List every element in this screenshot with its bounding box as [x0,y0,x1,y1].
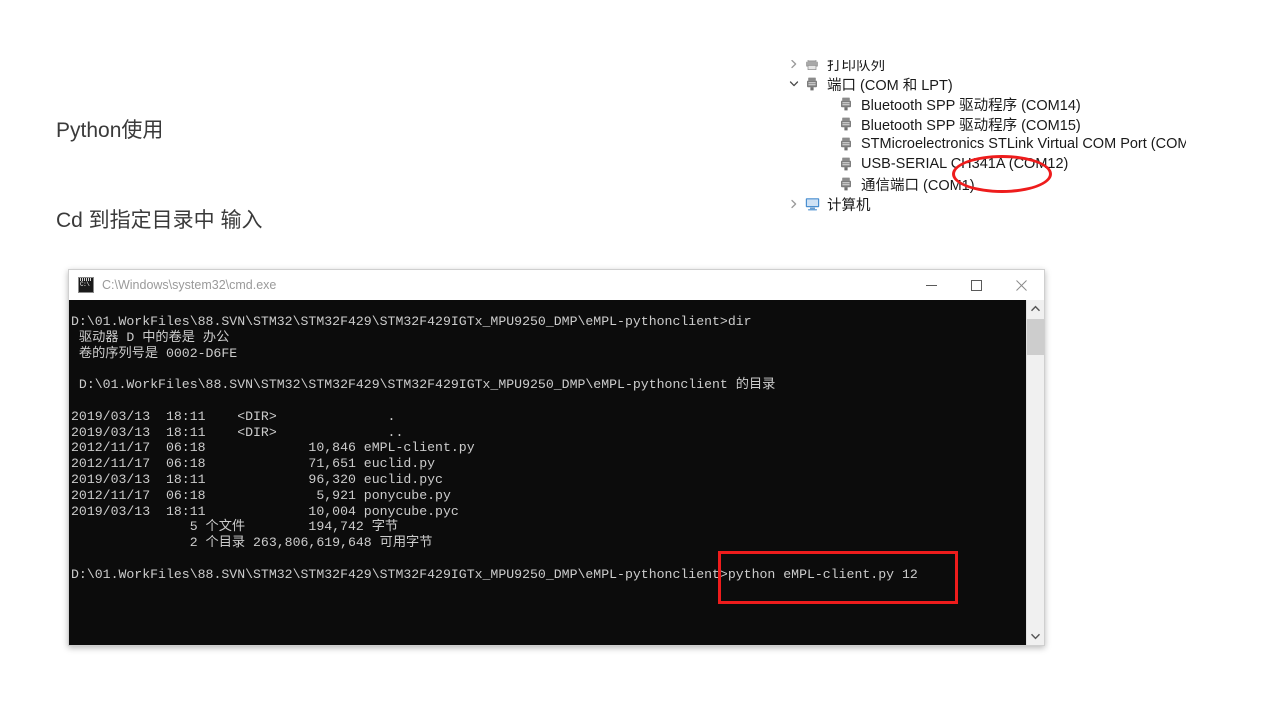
console-line: D:\01.WorkFiles\88.SVN\STM32\STM32F429\S… [71,566,918,582]
device-tree-node[interactable]: USB-SERIAL CH341A (COM12) [786,154,1186,174]
console-line: D:\01.WorkFiles\88.SVN\STM32\STM32F429\S… [71,377,776,393]
printer-icon [802,60,822,71]
port-icon [836,177,856,191]
window-controls[interactable] [909,270,1044,300]
device-tree-label: USB-SERIAL CH341A (COM12) [861,156,1069,172]
close-button[interactable] [999,270,1044,300]
console-line: 2019/03/13 18:11 <DIR> .. [71,424,404,440]
device-tree-node[interactable]: Bluetooth SPP 驱动程序 (COM15) [786,114,1186,134]
port-icon [836,157,856,171]
scroll-up-arrow[interactable] [1027,300,1044,317]
chevron-right-icon[interactable] [786,60,802,69]
device-tree-node[interactable]: 计算机 [786,194,1186,214]
device-tree-label: Bluetooth SPP 驱动程序 (COM15) [861,117,1081,134]
device-tree-node[interactable]: 打印队列 [786,60,1186,74]
computer-icon [802,197,822,211]
device-tree-node[interactable]: 端口 (COM 和 LPT) [786,74,1186,94]
console-line: 2012/11/17 06:18 5,921 ponycube.py [71,487,451,503]
cmd-title-text: C:\Windows\system32\cmd.exe [102,278,277,292]
device-tree-label: STMicroelectronics STLink Virtual COM Po… [861,136,1186,152]
port-icon [836,117,856,131]
chevron-down-icon[interactable] [786,79,802,89]
console-line: 2019/03/13 18:11 <DIR> . [71,408,396,424]
device-tree-node[interactable]: 通信端口 (COM1) [786,174,1186,194]
console-line: 2 个目录 263,806,619,648 可用字节 [71,535,433,551]
cmd-window[interactable]: C:\Windows\system32\cmd.exe D:\01.WorkFi… [68,269,1045,646]
chevron-right-icon[interactable] [786,199,802,209]
port-icon [836,137,856,151]
device-manager-tree[interactable]: 打印队列端口 (COM 和 LPT) Bluetooth SPP 驱动程序 (CO… [786,60,1186,230]
page-title-line-2: Cd 到指定目录中 输入 [56,209,263,232]
console-line: 2012/11/17 06:18 10,846 eMPL-client.py [71,440,475,456]
device-tree-node[interactable]: STMicroelectronics STLink Virtual COM Po… [786,134,1186,154]
console-line: 2012/11/17 06:18 71,651 euclid.py [71,456,436,472]
cmd-title-bar[interactable]: C:\Windows\system32\cmd.exe [69,270,1044,300]
page-title: Python使用 Cd 到指定目录中 输入 [56,56,263,266]
console-line: 驱动器 D 中的卷是 办公 [71,329,230,345]
scroll-down-arrow[interactable] [1027,628,1044,645]
console-line: 卷的序列号是 0002-D6FE [71,345,238,361]
console-line: 2019/03/13 18:11 10,004 ponycube.pyc [71,503,459,519]
page-title-line-1: Python使用 [56,119,164,142]
port-icon [802,77,822,91]
minimize-button[interactable] [909,270,954,300]
device-tree-label: Bluetooth SPP 驱动程序 (COM14) [861,97,1081,114]
scroll-track[interactable] [1027,317,1044,628]
console-line: 2019/03/13 18:11 96,320 euclid.pyc [71,471,443,487]
cmd-icon [78,277,94,293]
console-line: D:\01.WorkFiles\88.SVN\STM32\STM32F429\S… [71,314,752,329]
device-tree-label: 端口 (COM 和 LPT) [827,77,953,94]
console-scrollbar[interactable] [1026,300,1044,645]
console-output[interactable]: D:\01.WorkFiles\88.SVN\STM32\STM32F429\S… [69,300,1026,645]
scroll-thumb[interactable] [1027,319,1044,355]
maximize-button[interactable] [954,270,999,300]
port-icon [836,97,856,111]
device-tree-label: 通信端口 (COM1) [861,177,975,194]
device-tree-label: 计算机 [827,197,871,214]
console-line: 5 个文件 194,742 字节 [71,519,399,535]
device-tree-node[interactable]: Bluetooth SPP 驱动程序 (COM14) [786,94,1186,114]
device-tree-label: 打印队列 [827,60,885,74]
console-area[interactable]: D:\01.WorkFiles\88.SVN\STM32\STM32F429\S… [69,300,1044,645]
